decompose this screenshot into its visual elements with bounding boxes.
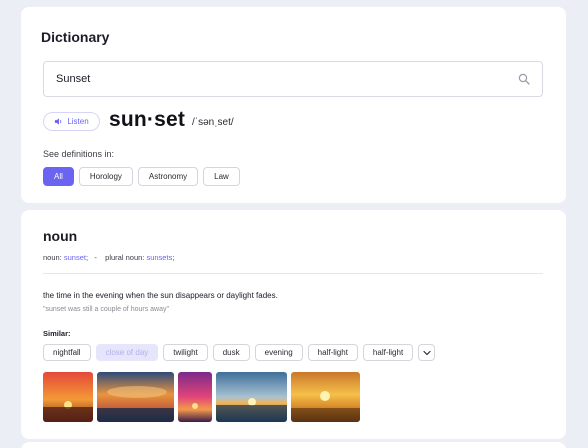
filter-chip-horology[interactable]: Horology bbox=[78, 167, 133, 186]
similar-word-chip[interactable]: close of day bbox=[95, 344, 159, 361]
search-input[interactable] bbox=[56, 62, 496, 96]
word-forms: noun: sunset; - plural noun: sunsets; bbox=[43, 253, 174, 262]
phonetic: /ˈsənˌset/ bbox=[192, 117, 234, 128]
form-label: noun: bbox=[43, 253, 62, 262]
listen-button[interactable]: Listen bbox=[43, 112, 100, 131]
similar-label: Similar: bbox=[43, 329, 71, 338]
sunset-image-4[interactable] bbox=[216, 372, 287, 422]
page-title: Dictionary bbox=[41, 29, 110, 45]
sunset-image-5[interactable] bbox=[291, 372, 360, 422]
filter-chip-all[interactable]: All bbox=[43, 167, 74, 186]
headword: sun·set bbox=[109, 108, 186, 131]
definition-text: the time in the evening when the sun dis… bbox=[43, 291, 278, 300]
expand-similar-button[interactable] bbox=[418, 344, 436, 361]
chevron-down-icon bbox=[423, 350, 431, 355]
similar-word-chip[interactable]: half-light bbox=[362, 344, 414, 361]
divider bbox=[43, 273, 543, 274]
part-of-speech: noun bbox=[43, 228, 78, 244]
definitions-in-label: See definitions in: bbox=[43, 149, 115, 159]
similar-word-chip[interactable]: half-light bbox=[307, 344, 358, 361]
similar-word-chip[interactable]: dusk bbox=[212, 344, 250, 361]
listen-label: Listen bbox=[67, 117, 89, 126]
similar-word-chip[interactable]: twilight bbox=[163, 344, 208, 361]
next-card-edge bbox=[21, 442, 566, 448]
definition-source-filter: All Horology Astronomy Law bbox=[43, 167, 240, 186]
sunset-image-1[interactable] bbox=[43, 372, 93, 422]
form-trailing: ; bbox=[172, 253, 175, 262]
search-box[interactable] bbox=[43, 61, 543, 97]
filter-chip-astronomy[interactable]: Astronomy bbox=[137, 167, 199, 186]
form-link-sunsets[interactable]: sunsets bbox=[146, 253, 172, 262]
search-icon[interactable] bbox=[518, 73, 530, 85]
noun-card: noun noun: sunset; - plural noun: sunset… bbox=[21, 210, 566, 439]
plural-form-label: plural noun: bbox=[105, 253, 145, 262]
sunset-image-2[interactable] bbox=[97, 372, 174, 422]
search-card: Dictionary Listen sun·set /ˈsənˌset/ See… bbox=[21, 7, 566, 203]
form-separator: ; - bbox=[85, 253, 104, 262]
speaker-icon bbox=[55, 118, 62, 125]
form-link-sunset[interactable]: sunset bbox=[64, 253, 86, 262]
example-sentence: "sunset was still a couple of hours away… bbox=[43, 306, 169, 313]
sunset-image-3[interactable] bbox=[178, 372, 212, 422]
similar-word-chip[interactable]: evening bbox=[254, 344, 303, 361]
similar-word-chip[interactable]: nightfall bbox=[43, 344, 91, 361]
filter-chip-law[interactable]: Law bbox=[203, 167, 240, 186]
similar-words: nightfall close of day twilight dusk evening… bbox=[43, 344, 436, 361]
